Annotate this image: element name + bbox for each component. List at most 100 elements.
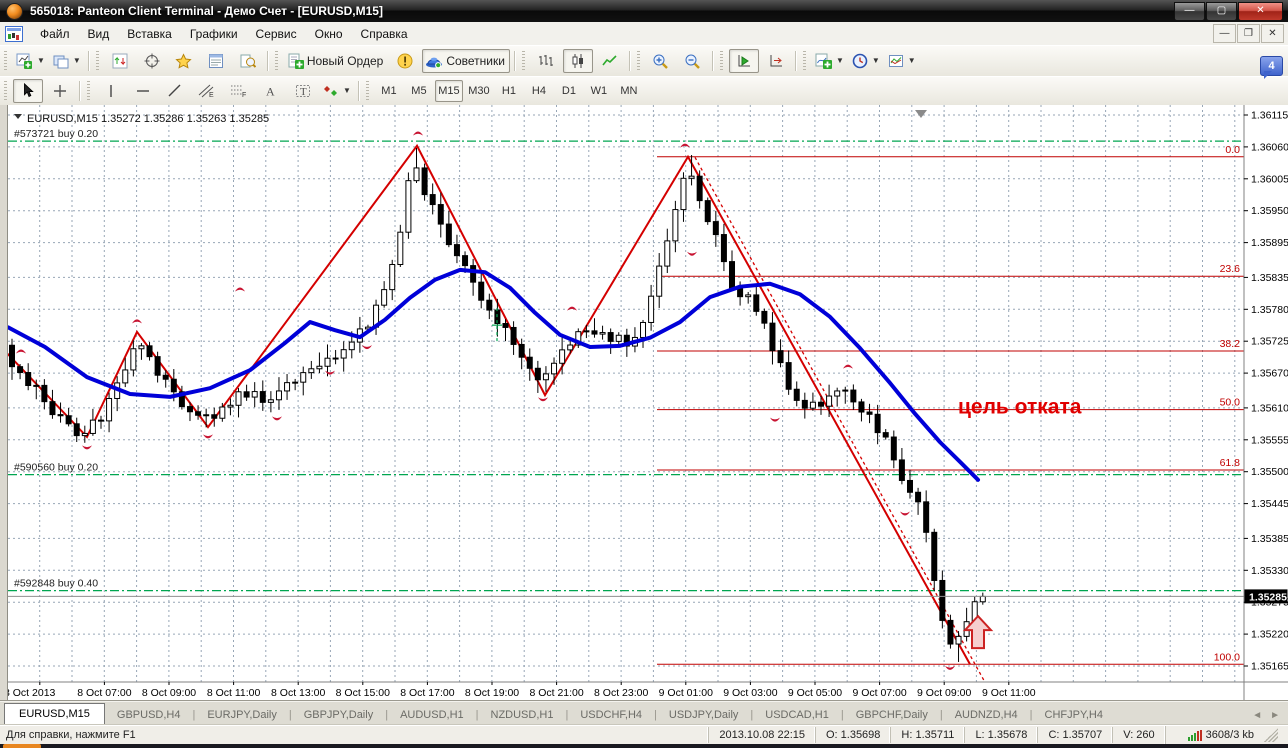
timeframe-d1-button[interactable]: D1 [555,80,583,102]
favorites-star-button[interactable] [169,49,199,73]
toolbar-grip[interactable] [635,50,641,71]
timeframe-w1-button[interactable]: W1 [585,80,613,102]
tabs-scroll-right-icon[interactable]: ► [1270,710,1280,721]
tab-chfjpy-h4[interactable]: CHFJPY,H4 [1033,705,1115,725]
price-tick: 1.36005 [1251,173,1288,185]
tab-audusd-h1[interactable]: AUDUSD,H1 [388,705,476,725]
toolbar-grip[interactable] [364,80,370,101]
mdi-close-button[interactable]: ✕ [1261,24,1284,43]
chevron-down-icon[interactable]: ▼ [37,56,45,65]
timeframe-h4-button[interactable]: H4 [525,80,553,102]
timeframe-m5-button[interactable]: M5 [405,80,433,102]
tab-gbpchf-daily[interactable]: GBPCHF,Daily [844,705,940,725]
chart-profiles-button[interactable]: ▼ [50,49,84,73]
menu-графики[interactable]: Графики [181,24,247,44]
tabs-scroll-left-icon[interactable]: ◄ [1252,710,1262,721]
chart-shift-button[interactable] [761,49,791,73]
price-tick: 1.35165 [1251,661,1288,673]
line-chart-button[interactable] [595,49,625,73]
tab-usdchf-h4[interactable]: USDCHF,H4 [568,705,654,725]
text-button[interactable]: A [256,79,286,103]
trend-line-button[interactable] [160,79,190,103]
new-order-button[interactable]: Новый Ордер [284,49,388,73]
crosshair-target-button[interactable] [137,49,167,73]
equidistant-channel-button[interactable]: E [192,79,222,103]
chevron-down-icon[interactable]: ▼ [872,56,880,65]
toolbar-grip[interactable] [718,50,724,71]
tab-gbpusd-h4[interactable]: GBPUSD,H4 [105,705,193,725]
menu-окно[interactable]: Окно [306,24,352,44]
mdi-restore-button[interactable]: ❐ [1237,24,1260,43]
tab-nzdusd-h1[interactable]: NZDUSD,H1 [479,705,566,725]
chart-left-gutter [0,105,8,700]
chevron-down-icon[interactable]: ▼ [343,86,351,95]
data-window-button[interactable] [233,49,263,73]
timeframe-m30-button[interactable]: M30 [465,80,493,102]
chart-profiles-icon [53,53,69,69]
periods-button[interactable]: ▼ [849,49,883,73]
menu-сервис[interactable]: Сервис [247,24,306,44]
tab-audnzd-h4[interactable]: AUDNZD,H4 [943,705,1030,725]
tick-chart-button[interactable] [105,49,135,73]
data-window-icon [240,53,256,69]
alert-button[interactable] [390,49,420,73]
tab-usdcad-h1[interactable]: USDCAD,H1 [753,705,841,725]
candles-chart-button[interactable] [562,48,593,73]
tab-eurjpy-daily[interactable]: EURJPY,Daily [195,705,289,725]
new-chart-button[interactable]: ▼ [13,49,48,73]
arrow-objects-button[interactable]: ▼ [320,79,354,103]
auto-scroll-button[interactable] [728,48,759,73]
tab-gbpjpy-daily[interactable]: GBPJPY,Daily [292,705,386,725]
window-title: 565018: Panteon Client Terminal - Демо С… [30,4,383,18]
zoom-out-button[interactable] [678,49,708,73]
cursor-button[interactable] [13,78,43,103]
expert-advisors-button[interactable]: Советники [422,48,510,73]
horizontal-line-button[interactable] [128,79,158,103]
chevron-down-icon[interactable]: ▼ [836,56,844,65]
time-tick: 9 Oct 01:00 [659,687,713,699]
menu-справка[interactable]: Справка [352,24,417,44]
toolbar-grip[interactable] [86,80,91,101]
title-bar[interactable]: 565018: Panteon Client Terminal - Демо С… [0,0,1288,22]
chart-canvas[interactable]: 0.0 23.6 38.2 50.0 61.8 100.0 #573721 buy 0.20… [0,105,1288,700]
price-tick: 1.35950 [1251,205,1288,217]
tab-eurusd-m15[interactable]: EURUSD,M15 [4,703,105,725]
notification-badge[interactable]: 4 [1260,56,1283,79]
minimize-button[interactable]: — [1174,1,1205,21]
crosshair-button[interactable] [45,79,75,103]
order-label: #590560 buy 0.20 [14,462,98,474]
toolbar-grip[interactable] [3,50,8,71]
text-label-button[interactable]: T [288,79,318,103]
chevron-down-icon[interactable]: ▼ [73,56,81,65]
vertical-line-button[interactable] [96,79,126,103]
menu-файл[interactable]: Файл [31,24,79,44]
market-watch-button[interactable] [201,49,231,73]
order-label: #592848 buy 0.40 [14,578,98,590]
timeframe-h1-button[interactable]: H1 [495,80,523,102]
status-volume: V: 260 [1112,727,1164,743]
mdi-minimize-button[interactable]: — [1213,24,1236,43]
maximize-button[interactable]: ▢ [1206,1,1237,21]
toolbar-grip[interactable] [94,50,100,71]
timeframe-m15-button[interactable]: M15 [434,79,463,102]
indicators-button[interactable]: ▼ [812,49,847,73]
timeframe-mn-button[interactable]: MN [615,80,643,102]
chevron-down-icon[interactable]: ▼ [908,56,916,65]
close-button[interactable]: ✕ [1238,1,1283,21]
menu-вставка[interactable]: Вставка [118,24,181,44]
menu-вид[interactable]: Вид [79,24,119,44]
templates-button[interactable]: ▼ [885,49,919,73]
zoom-in-button[interactable] [646,49,676,73]
price-axis[interactable]: 1.36115 1.36060 1.36005 1.35950 1.35895 1.358… [1243,105,1288,700]
tab-usdjpy-daily[interactable]: USDJPY,Daily [657,705,751,725]
toolbar-grip[interactable] [273,50,279,71]
price-tick: 1.36115 [1251,110,1288,122]
toolbar-grip[interactable] [520,50,526,71]
bars-chart-button[interactable] [531,49,561,73]
timeframe-m1-button[interactable]: M1 [375,80,403,102]
toolbar-grip[interactable] [3,80,8,101]
toolbar-grip[interactable] [801,50,807,71]
fibonacci-button[interactable]: F [224,79,254,103]
resize-grip[interactable] [1264,728,1278,742]
toolbar-separator [794,50,796,71]
